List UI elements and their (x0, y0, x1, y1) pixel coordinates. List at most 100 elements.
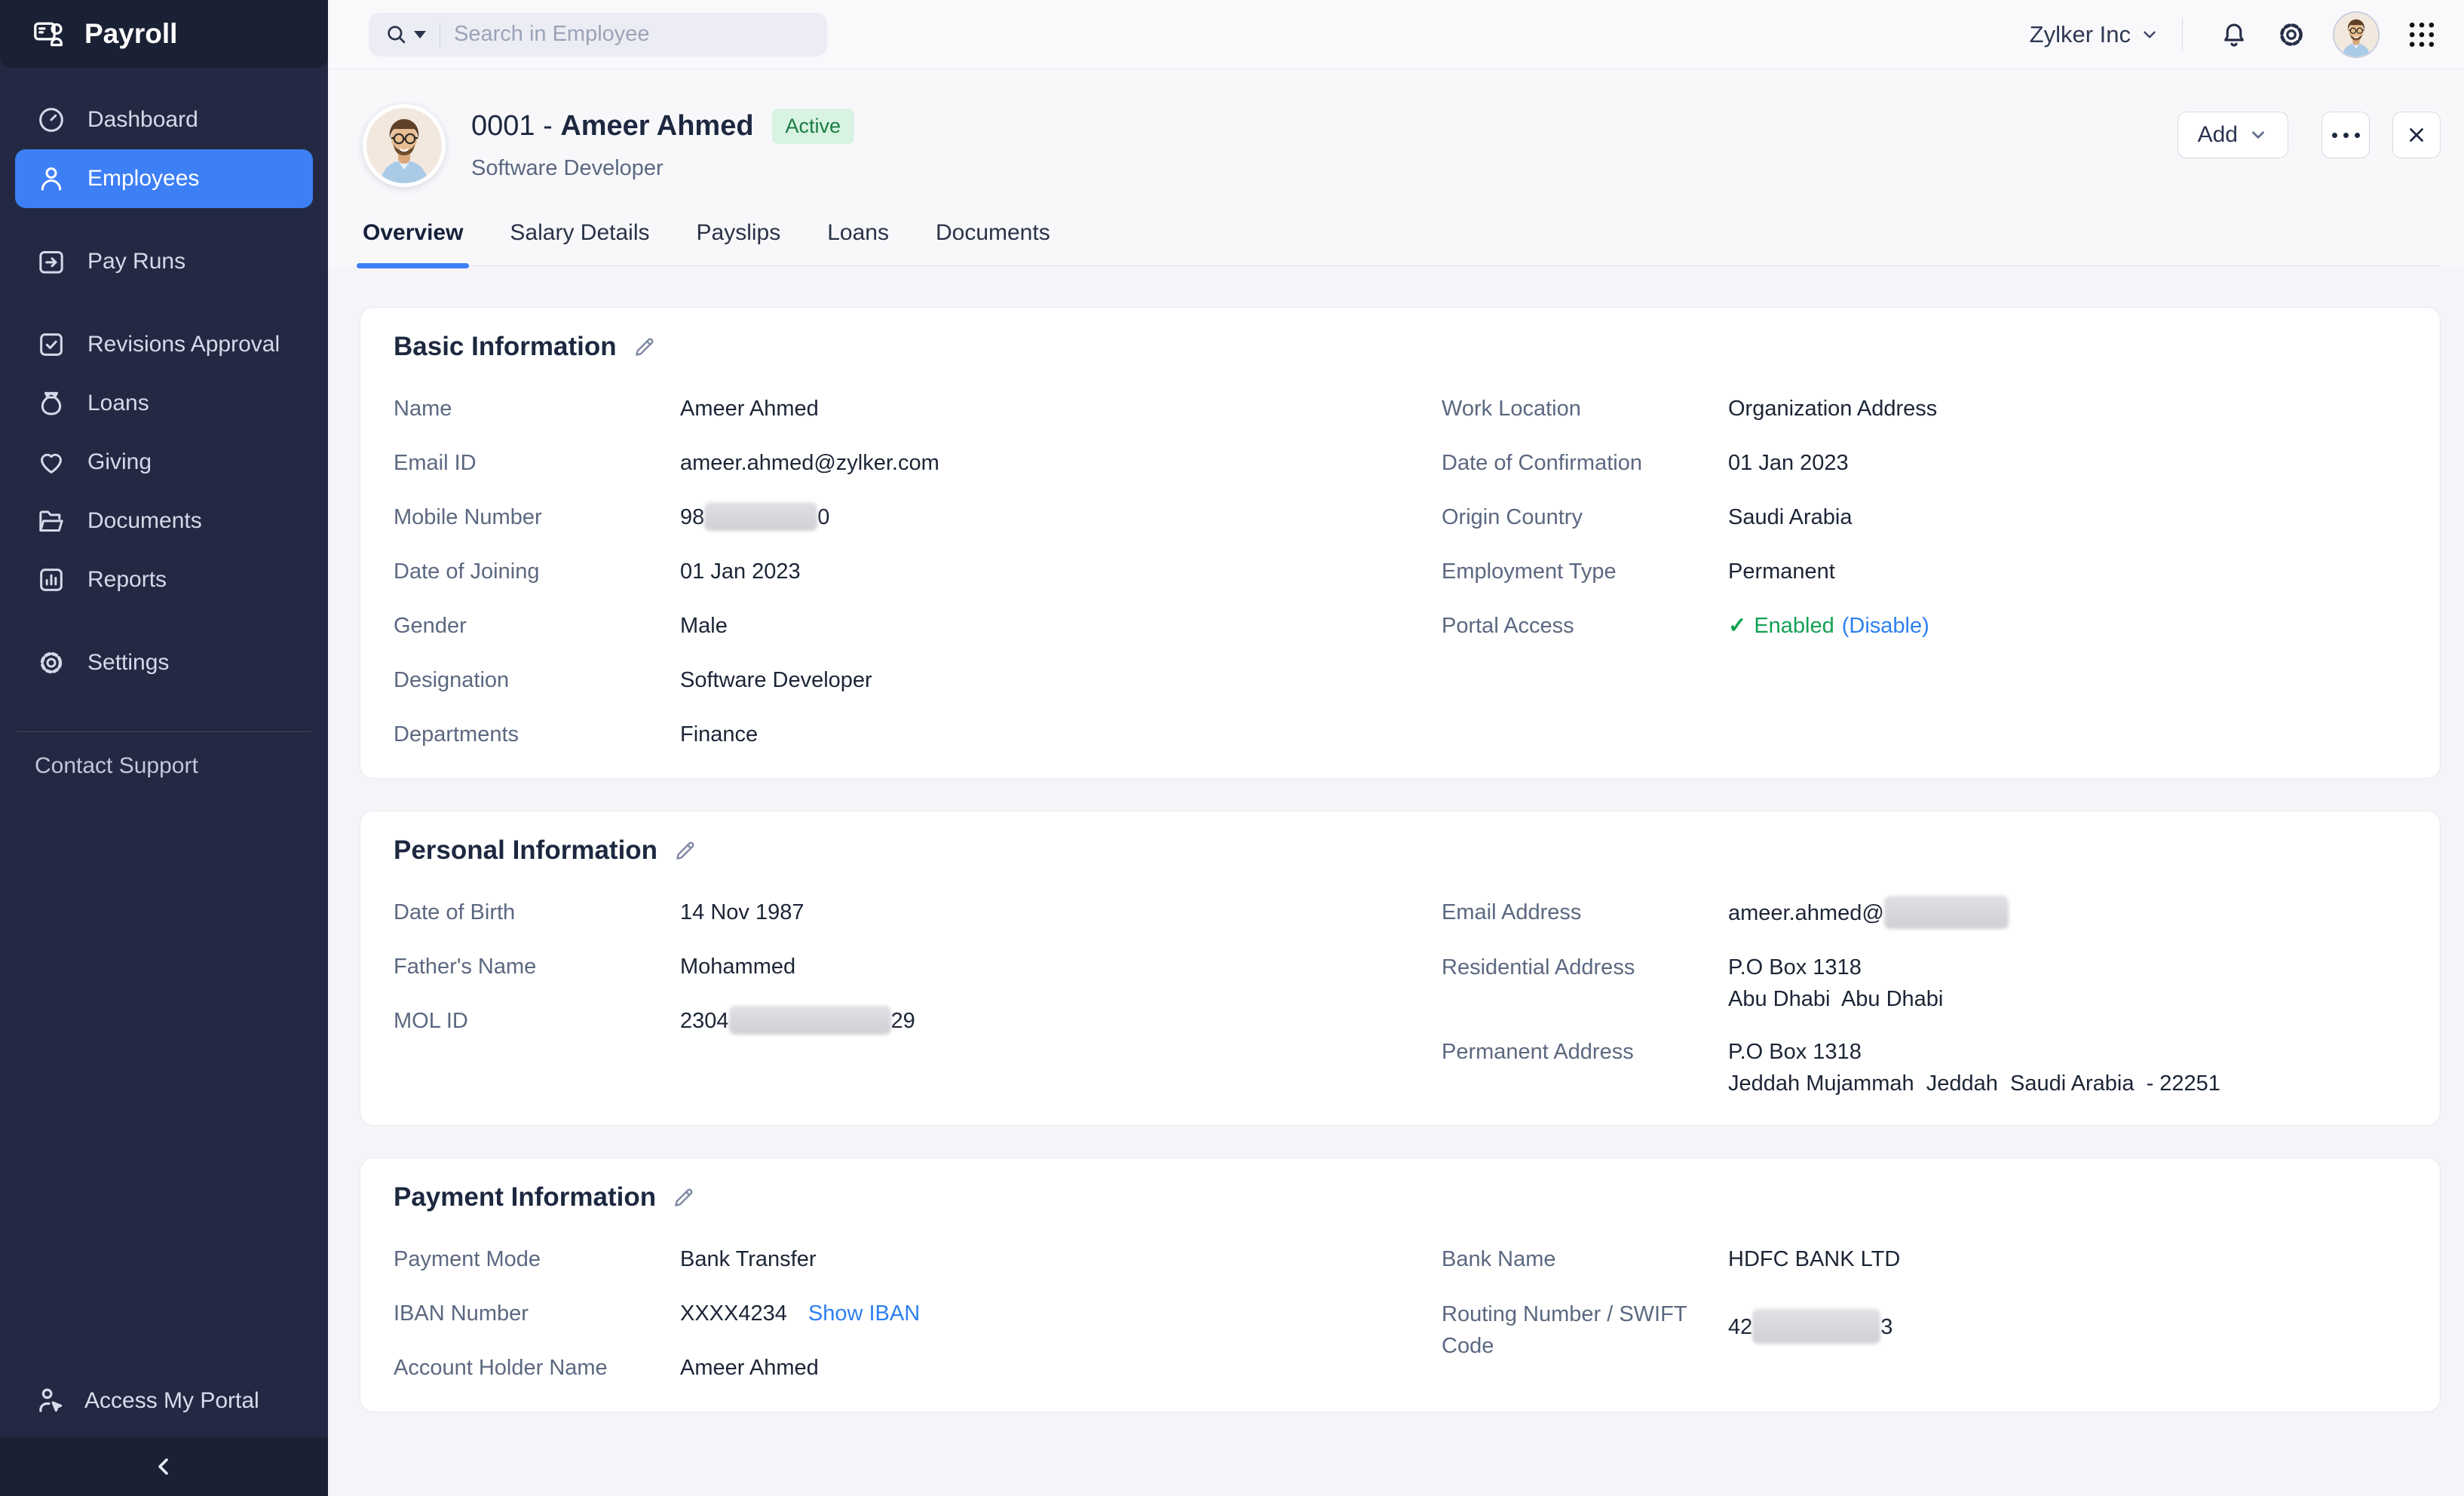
close-button[interactable] (2392, 112, 2441, 158)
show-iban-link[interactable]: Show IBAN (808, 1301, 920, 1326)
portal-status: Enabled (1754, 614, 1834, 638)
app-logo: Payroll (0, 0, 328, 68)
employee-header: 0001 - Ameer Ahmed Active Software Devel… (328, 69, 2464, 266)
field-value-redacted: 423 (1728, 1298, 1892, 1344)
sidebar-item-documents[interactable]: Documents (15, 492, 313, 550)
edit-pencil-icon[interactable] (671, 1185, 697, 1210)
search-input[interactable] (454, 22, 812, 47)
settings-icon (36, 648, 66, 678)
global-search[interactable] (369, 13, 827, 57)
redacted-region (704, 502, 817, 531)
field-label: Email ID (394, 447, 680, 479)
search-icon (384, 22, 409, 48)
field-label: IBAN Number (394, 1298, 680, 1329)
sidebar-item-pay-runs[interactable]: Pay Runs (15, 232, 313, 291)
field-label: Origin Country (1442, 501, 1728, 533)
add-button-label: Add (2198, 122, 2238, 148)
add-button[interactable]: Add (2177, 112, 2288, 158)
field-label: Residential Address (1442, 952, 1728, 983)
field-value: Male (680, 610, 728, 642)
field-value: ameer.ahmed@zylker.com (680, 447, 939, 479)
field-label: MOL ID (394, 1005, 680, 1037)
sidebar-item-label: Documents (87, 508, 202, 534)
tab-loans[interactable]: Loans (827, 220, 889, 246)
field-label: Payment Mode (394, 1243, 680, 1275)
status-badge: Active (772, 109, 855, 144)
notifications-bell-icon[interactable] (2218, 19, 2250, 51)
field-value: Permanent (1728, 556, 1835, 587)
payment-information-card: Payment Information Payment ModeBank Tra… (360, 1157, 2441, 1412)
iban-value: XXXX4234Show IBAN (680, 1298, 920, 1329)
tab-payslips[interactable]: Payslips (697, 220, 781, 246)
topbar: Zylker Inc (328, 0, 2464, 69)
portal-disable-link[interactable]: (Disable) (1842, 614, 1929, 638)
sidebar-item-revisions-approval[interactable]: Revisions Approval (15, 315, 313, 374)
overview-content: Basic Information NameAmeer Ahmed Email … (328, 266, 2464, 1496)
person-cursor-icon (35, 1385, 66, 1417)
ellipsis-icon (2332, 133, 2360, 138)
check-icon: ✓ (1728, 614, 1746, 638)
more-actions-button[interactable] (2321, 112, 2370, 158)
field-value-multiline: P.O Box 1318Jeddah Mujammah Jeddah Saudi… (1728, 1036, 2220, 1099)
sidebar-item-label: Settings (87, 650, 169, 676)
access-my-portal-button[interactable]: Access My Portal (0, 1365, 328, 1437)
topbar-divider (2182, 18, 2183, 51)
employee-tabs: Overview Salary Details Payslips Loans D… (363, 220, 2441, 266)
tab-salary-details[interactable]: Salary Details (510, 220, 649, 246)
chevron-down-icon (2248, 125, 2268, 145)
field-value: Software Developer (680, 664, 872, 696)
sidebar-item-reports[interactable]: Reports (15, 550, 313, 609)
sidebar-item-loans[interactable]: Loans (15, 374, 313, 433)
field-value: Organization Address (1728, 393, 1937, 425)
field-value: Mohammed (680, 951, 795, 983)
portal-access-value: ✓ Enabled (Disable) (1728, 610, 1929, 642)
field-label: Gender (394, 610, 680, 642)
field-label: Date of Confirmation (1442, 447, 1728, 479)
settings-gear-icon[interactable] (2276, 19, 2307, 51)
revisions-approval-icon (36, 330, 66, 360)
sidebar-item-label: Employees (87, 166, 199, 192)
close-icon (2405, 124, 2428, 146)
tab-documents[interactable]: Documents (936, 220, 1050, 246)
edit-pencil-icon[interactable] (673, 838, 698, 863)
section-title: Payment Information (394, 1182, 656, 1212)
sidebar-item-giving[interactable]: Giving (15, 433, 313, 492)
employee-name: Ameer Ahmed (560, 110, 753, 142)
field-label: Email Address (1442, 897, 1728, 928)
tab-overview[interactable]: Overview (363, 220, 463, 246)
redacted-region (1752, 1309, 1880, 1344)
loans-icon (36, 388, 66, 418)
personal-information-card: Personal Information Date of Birth14 Nov… (360, 811, 2441, 1126)
org-selector[interactable]: Zylker Inc (2030, 21, 2159, 48)
field-value-redacted: 230429 (680, 1005, 915, 1037)
sidebar-item-label: Reports (87, 567, 167, 593)
field-label: Employment Type (1442, 556, 1728, 587)
field-label: Designation (394, 664, 680, 696)
sidebar-spacer (0, 800, 328, 1365)
sidebar-item-employees[interactable]: Employees (15, 149, 313, 208)
org-name: Zylker Inc (2030, 21, 2131, 48)
employee-code: 0001 - (471, 110, 560, 142)
field-value: 14 Nov 1987 (680, 897, 804, 928)
user-avatar[interactable] (2333, 11, 2380, 58)
contact-support-link[interactable]: Contact Support (0, 732, 328, 800)
main-area: Zylker Inc (328, 0, 2464, 1496)
employee-designation: Software Developer (471, 156, 854, 181)
sidebar-collapse-button[interactable] (0, 1437, 328, 1496)
edit-pencil-icon[interactable] (632, 334, 657, 360)
field-label: Portal Access (1442, 610, 1728, 642)
reports-icon (36, 565, 66, 595)
search-scope-caret-icon[interactable] (414, 31, 426, 38)
field-label: Departments (394, 719, 680, 750)
app-root: Payroll Dashboard Employees Pay (0, 0, 2464, 1496)
sidebar-item-settings[interactable]: Settings (15, 633, 313, 692)
apps-grid-icon[interactable] (2405, 18, 2438, 51)
pay-runs-icon (36, 247, 66, 277)
field-label: Date of Joining (394, 556, 680, 587)
sidebar-item-dashboard[interactable]: Dashboard (15, 90, 313, 149)
avatar-image (2334, 13, 2378, 57)
sidebar: Payroll Dashboard Employees Pay (0, 0, 328, 1496)
field-label: Permanent Address (1442, 1036, 1728, 1068)
redacted-region (1884, 896, 2009, 929)
sidebar-item-label: Giving (87, 449, 152, 475)
